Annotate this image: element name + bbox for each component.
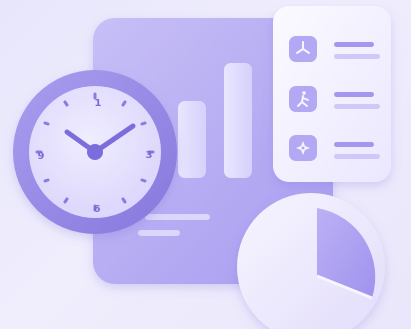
panel-line (334, 42, 374, 47)
side-panel (273, 6, 391, 182)
analytics-illustration: 1 3 6 9 (0, 0, 411, 329)
clock-numeral-3: 3 (146, 150, 153, 161)
illustration-canvas: 1 3 6 9 (13, 6, 391, 329)
board-text-line (138, 230, 180, 236)
panel-line (334, 154, 380, 159)
panel-line (334, 104, 380, 109)
panel-line (334, 142, 374, 147)
chart-bar (178, 101, 206, 178)
clock-numeral-9: 9 (38, 151, 45, 162)
chart-bar (224, 63, 252, 178)
clock-numeral-6: 6 (94, 204, 101, 215)
board-text-line (145, 214, 210, 220)
panel-line (334, 92, 374, 97)
panel-line (334, 54, 380, 59)
clock-numeral-12: 1 (95, 98, 102, 109)
analog-clock-icon: 1 3 6 9 (13, 70, 177, 234)
